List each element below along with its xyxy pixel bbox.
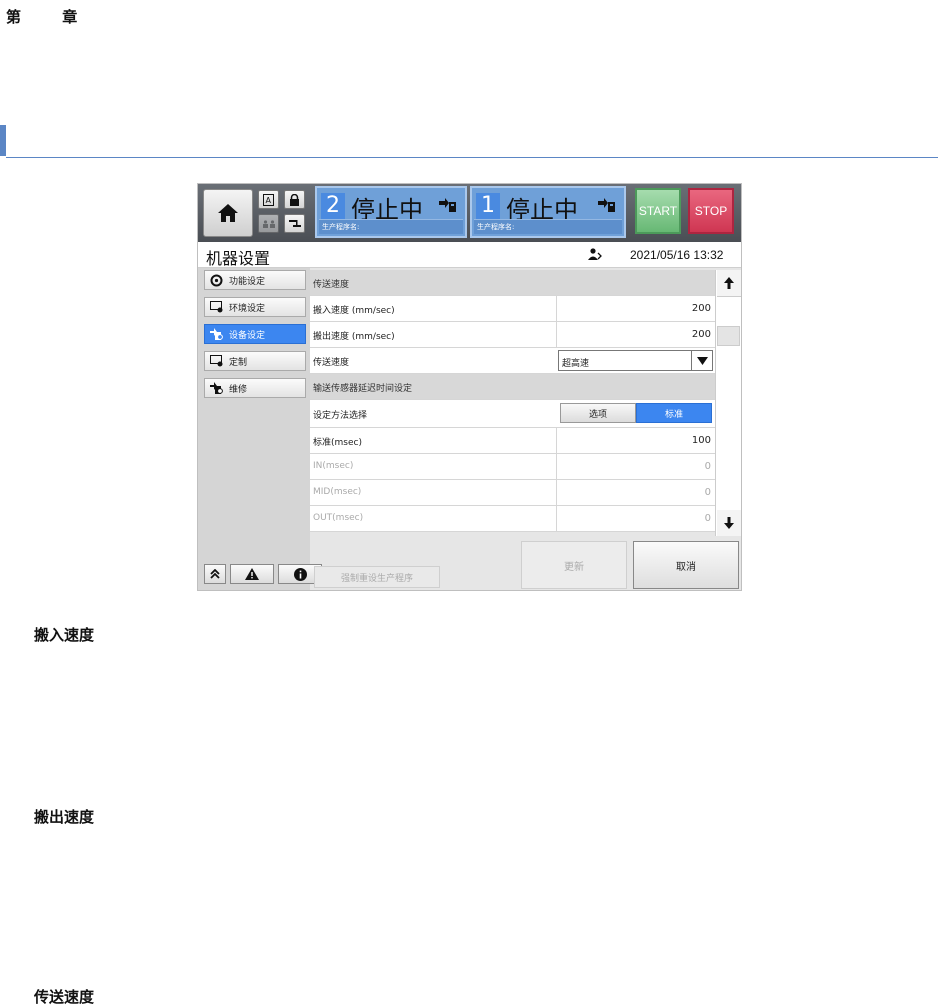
sidebar-item-label: 维修	[229, 384, 248, 395]
sidebar-item-device-settings[interactable]: 设备设定	[204, 324, 306, 344]
stop-button[interactable]: STOP	[688, 188, 734, 234]
dropdown-arrow[interactable]	[691, 351, 712, 370]
scroll-down-button[interactable]	[717, 510, 741, 536]
heading-carry-in-speed: 搬入速度	[34, 626, 95, 644]
operator-button[interactable]	[258, 214, 279, 233]
network-button[interactable]	[284, 214, 305, 233]
row-label: 标准(msec)	[313, 438, 362, 448]
footer-icon-buttons	[204, 564, 322, 584]
lane-number: 2	[321, 193, 345, 219]
home-button[interactable]	[203, 189, 253, 237]
sidebar-item-maintenance[interactable]: 维修	[204, 378, 306, 398]
sidebar-item-environment-settings[interactable]: 环境设定	[204, 297, 306, 317]
top-bar: A 2 停止中 生产程序名: 1 停止中 生产程序名: START STOP	[198, 184, 741, 242]
scroll-thumb[interactable]	[717, 326, 740, 346]
maintenance-icon	[210, 382, 223, 394]
pcb-transfer-icon	[439, 198, 456, 212]
svg-text:A: A	[266, 196, 272, 205]
section-marker	[0, 125, 6, 156]
datetime: 2021/05/16 13:32	[630, 248, 724, 262]
select-value: 超高速	[562, 359, 590, 369]
cancel-button[interactable]: 取消	[633, 541, 739, 589]
lane-program-name: 生产程序名:	[474, 219, 622, 234]
device-settings-icon	[210, 328, 223, 340]
lane-program-name: 生产程序名:	[319, 219, 463, 234]
pcb-transfer-icon	[598, 198, 615, 212]
update-button[interactable]: 更新	[521, 541, 627, 589]
carry-in-speed-field[interactable]: 200	[556, 296, 715, 321]
mid-msec-field: 0	[556, 480, 715, 505]
arrow-up-icon	[724, 277, 734, 289]
sidebar-item-label: 环境设定	[229, 303, 266, 314]
row-label: 传送速度	[313, 280, 350, 290]
auto-mode-button[interactable]: A	[258, 190, 279, 209]
heading-carry-out-speed: 搬出速度	[34, 808, 95, 826]
table-row: IN(msec) 0	[310, 454, 715, 480]
table-row: 搬入速度 (mm/sec) 200	[310, 296, 715, 322]
force-reset-program-button[interactable]: 强制重设生产程序	[314, 566, 440, 588]
network-icon	[288, 219, 301, 227]
vertical-scrollbar[interactable]	[715, 270, 741, 536]
sidebar-item-label: 设备设定	[229, 330, 266, 341]
warning-icon	[245, 568, 259, 580]
lane-1-panel[interactable]: 1 停止中 生产程序名:	[470, 186, 626, 238]
row-label: 搬出速度 (mm/sec)	[313, 332, 395, 342]
start-button[interactable]: START	[635, 188, 681, 234]
page-title: 机器设置	[206, 249, 271, 268]
warning-button[interactable]	[230, 564, 274, 584]
sidebar: 功能设定 环境设定 设备设定 定制 维修	[198, 268, 322, 590]
scroll-up-button[interactable]	[717, 270, 741, 297]
table-row: 设定方法选择 选项 标准	[310, 400, 715, 428]
out-msec-field: 0	[556, 506, 715, 531]
standard-msec-field[interactable]: 100	[556, 428, 715, 453]
standard-button[interactable]: 标准	[636, 403, 712, 423]
row-label: 传送速度	[313, 358, 350, 368]
user-icon	[588, 248, 602, 260]
expand-button[interactable]	[204, 564, 226, 584]
row-label: 输送传感器延迟时间设定	[313, 384, 413, 394]
lane-number: 1	[476, 193, 500, 219]
table-row: 标准(msec) 100	[310, 428, 715, 454]
environment-settings-icon	[210, 301, 223, 313]
setting-method-toggle: 选项 标准	[560, 403, 712, 423]
table-row: 搬出速度 (mm/sec) 200	[310, 322, 715, 348]
auto-icon: A	[263, 193, 274, 206]
group-header-transfer-speed: 传送速度	[310, 270, 715, 296]
lock-icon	[290, 193, 299, 206]
double-chevron-up-icon	[210, 569, 220, 579]
table-row: OUT(msec) 0	[310, 506, 715, 532]
triangle-down-icon	[696, 356, 708, 365]
operators-icon	[262, 219, 275, 228]
sidebar-item-label: 功能设定	[229, 276, 266, 287]
sidebar-item-custom[interactable]: 定制	[204, 351, 306, 371]
custom-icon	[210, 355, 223, 367]
row-label: 搬入速度 (mm/sec)	[313, 306, 395, 316]
sidebar-item-label: 定制	[229, 357, 248, 368]
function-settings-icon	[210, 274, 223, 286]
carry-out-speed-field[interactable]: 200	[556, 322, 715, 347]
transfer-speed-select[interactable]: 超高速	[558, 350, 713, 371]
chapter-heading: 第 章	[6, 8, 96, 26]
group-header-sensor-delay: 输送传感器延迟时间设定	[310, 374, 715, 400]
table-row: MID(msec) 0	[310, 480, 715, 506]
lock-button[interactable]	[284, 190, 305, 209]
home-icon	[218, 204, 238, 222]
in-msec-field: 0	[556, 454, 715, 479]
title-bar: 机器设置 2021/05/16 13:32	[198, 242, 741, 268]
row-label: IN(msec)	[313, 461, 354, 471]
machine-settings-screen: A 2 停止中 生产程序名: 1 停止中 生产程序名: START STOP 机…	[197, 183, 742, 591]
section-divider	[6, 157, 938, 158]
option-button[interactable]: 选项	[560, 403, 636, 423]
lane-2-panel[interactable]: 2 停止中 生产程序名:	[315, 186, 467, 238]
table-row: 传送速度 超高速	[310, 348, 715, 374]
row-label: 设定方法选择	[313, 411, 368, 421]
row-label: MID(msec)	[313, 487, 362, 497]
arrow-down-icon	[724, 517, 734, 529]
row-label: OUT(msec)	[313, 513, 364, 523]
sidebar-item-function-settings[interactable]: 功能设定	[204, 270, 306, 290]
info-icon	[293, 567, 307, 581]
